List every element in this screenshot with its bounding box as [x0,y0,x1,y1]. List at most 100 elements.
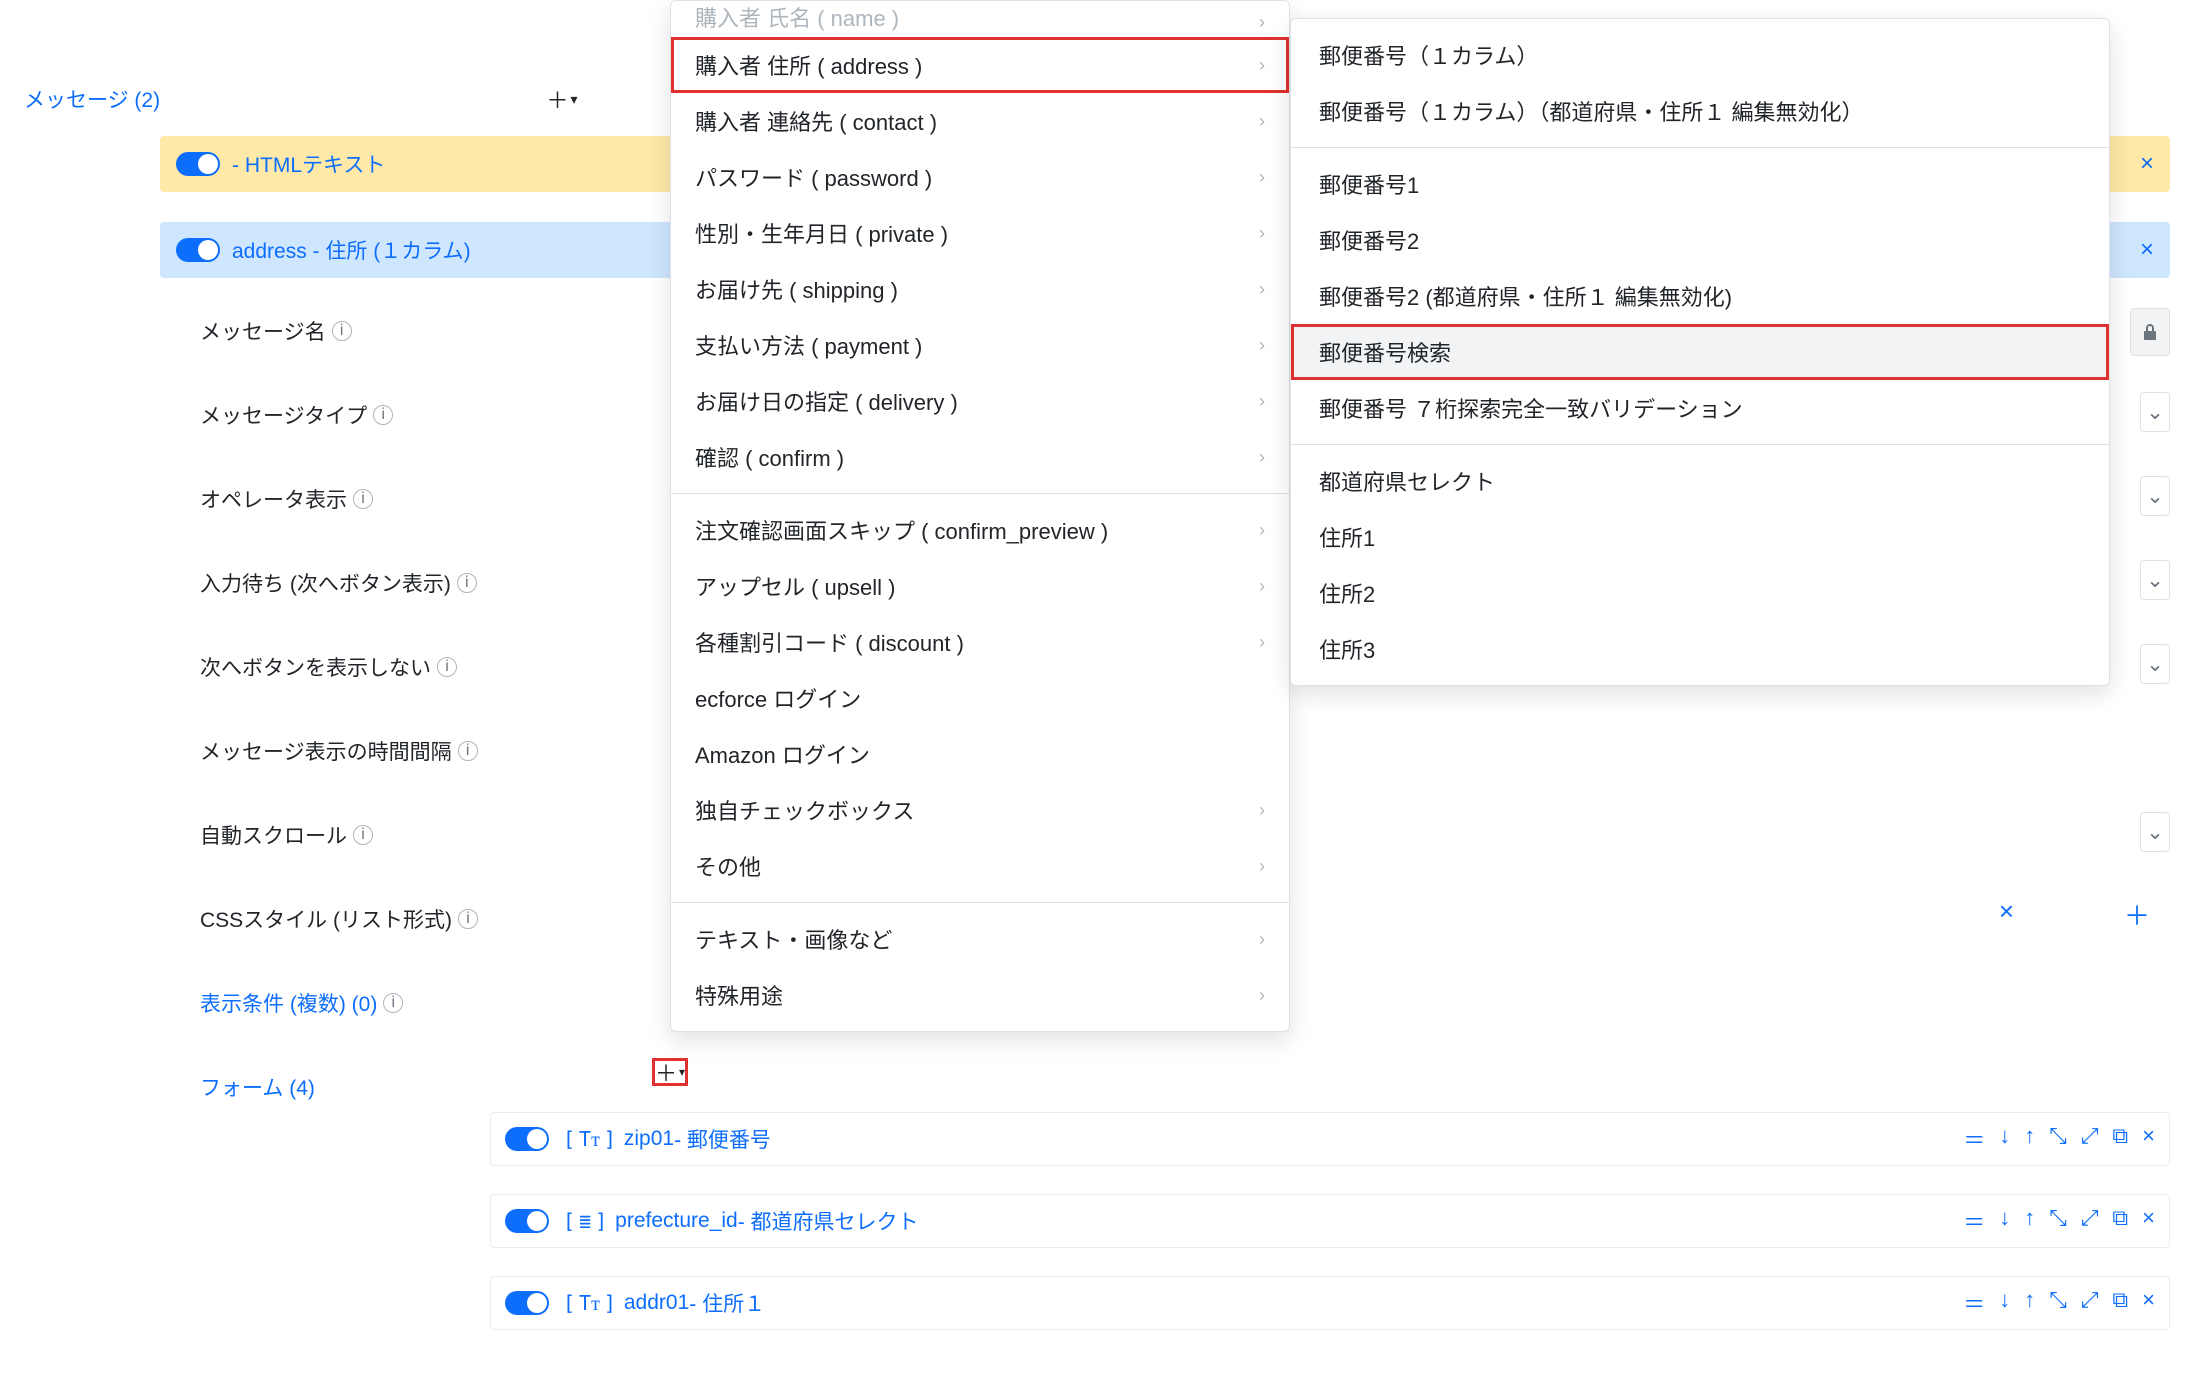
form-row-addr01[interactable]: [Tᴛ] addr01 - 住所１ ＝ ↓ ↑ ⤡ ⤢ ⧉ × [490,1276,2170,1330]
lock-icon[interactable] [2130,308,2170,356]
info-icon[interactable]: i [383,993,403,1013]
submenu-addr1[interactable]: 住所1 [1291,509,2109,565]
submenu-zip2-disabled[interactable]: 郵便番号2 (都道府県・住所１ 編集無効化) [1291,268,2109,324]
menu-item-payment[interactable]: 支払い方法 ( payment )› [671,317,1289,373]
menu-item-shipping[interactable]: お届け先 ( shipping )› [671,261,1289,317]
prop-wait-input: 入力待ち (次へボタン表示)i [200,560,477,606]
expand-icon[interactable]: ⤢ [2081,1287,2099,1319]
menu-item-confirm-preview[interactable]: 注文確認画面スキップ ( confirm_preview )› [671,502,1289,558]
toggle-icon[interactable] [176,152,220,176]
form-id: prefecture_id [615,1209,738,1233]
submenu-addr3[interactable]: 住所3 [1291,621,2109,677]
info-icon[interactable]: i [458,909,478,929]
form-id: addr01 [624,1291,689,1315]
row-actions: ＝ ↓ ↑ ⤡ ⤢ ⧉ × [1963,1205,2155,1237]
menu-item-confirm[interactable]: 確認 ( confirm )› [671,429,1289,485]
toggle-icon[interactable] [176,238,220,262]
form-row-prefecture[interactable]: [≣] prefecture_id - 都道府県セレクト ＝ ↓ ↑ ⤡ ⤢ ⧉… [490,1194,2170,1248]
form-row-zip01[interactable]: [Tᴛ] zip01 - 郵便番号 ＝ ↓ ↑ ⤡ ⤢ ⧉ × [490,1112,2170,1166]
menu-item-contact[interactable]: 購入者 連絡先 ( contact )› [671,93,1289,149]
menu-item-text-image[interactable]: テキスト・画像など› [671,911,1289,967]
row-actions: ＝ ↓ ↑ ⤡ ⤢ ⧉ × [1963,1287,2155,1319]
menu-item-address[interactable]: 購入者 住所 ( address )› [671,37,1289,93]
menu-item-ecforce[interactable]: ecforce ログイン [671,670,1289,726]
info-icon[interactable]: i [353,825,373,845]
type-text-icon: [Tᴛ] [563,1127,616,1152]
prop-interval: メッセージ表示の時間間隔i [200,728,478,774]
toggle-icon[interactable] [505,1209,549,1233]
select-chevron[interactable]: ⌄ [2140,392,2170,432]
form-name: - 住所１ [689,1288,765,1318]
menu-item-private[interactable]: 性別・生年月日 ( private )› [671,205,1289,261]
arrow-down-icon[interactable]: ↓ [1999,1205,2010,1237]
close-icon[interactable]: × [2142,1123,2155,1155]
submenu-zip-1col[interactable]: 郵便番号（１カラム） [1291,27,2109,83]
submenu-prefecture[interactable]: 都道府県セレクト [1291,453,2109,509]
menu-item-other[interactable]: その他› [671,838,1289,894]
submenu-zip-validation[interactable]: 郵便番号 ７桁探索完全一致バリデーション [1291,380,2109,436]
menu-item-amazon[interactable]: Amazon ログイン [671,726,1289,782]
info-icon[interactable]: i [437,657,457,677]
menu-item-discount[interactable]: 各種割引コード ( discount )› [671,614,1289,670]
collapse-icon[interactable]: ⤡ [2049,1123,2067,1155]
tree-item-label: - HTMLテキスト [232,149,385,179]
menu-item-checkbox[interactable]: 独自チェックボックス› [671,782,1289,838]
prop-forms[interactable]: フォーム (4) [200,1064,315,1110]
arrow-down-icon[interactable]: ↓ [1999,1123,2010,1155]
add-form-button[interactable]: ＋▾ [652,1058,688,1086]
menu-item-upsell[interactable]: アップセル ( upsell )› [671,558,1289,614]
menu-item-password[interactable]: パスワード ( password )› [671,149,1289,205]
select-chevron[interactable]: ⌄ [2140,476,2170,516]
copy-icon[interactable]: ⧉ [2112,1123,2128,1155]
expand-icon[interactable]: ⤢ [2081,1205,2099,1237]
add-message-button[interactable]: ＋▾ [544,85,580,113]
arrow-up-icon[interactable]: ↑ [2024,1287,2035,1319]
toggle-icon[interactable] [505,1291,549,1315]
submenu-zip-search[interactable]: 郵便番号検索 [1291,324,2109,380]
close-icon[interactable]: × [2140,236,2154,264]
prop-conditions[interactable]: 表示条件 (複数) (0)i [200,980,403,1026]
copy-icon[interactable]: ⧉ [2112,1287,2128,1319]
submenu-addr2[interactable]: 住所2 [1291,565,2109,621]
category-menu: 購入者 氏名 ( name )› 購入者 住所 ( address )› 購入者… [670,0,1290,1032]
copy-icon[interactable]: ⧉ [2112,1205,2128,1237]
menu-item-name[interactable]: 購入者 氏名 ( name )› [671,9,1289,37]
menu-separator [1291,147,2109,148]
prop-message-type: メッセージタイプi [200,392,393,438]
close-icon[interactable]: × [2142,1287,2155,1319]
submenu-zip2[interactable]: 郵便番号2 [1291,212,2109,268]
menu-item-special[interactable]: 特殊用途› [671,967,1289,1023]
prop-operator: オペレータ表示i [200,476,373,522]
expand-icon[interactable]: ⤢ [2081,1123,2099,1155]
menu-item-delivery[interactable]: お届け日の指定 ( delivery )› [671,373,1289,429]
collapse-icon[interactable]: ⤡ [2049,1287,2067,1319]
select-chevron[interactable]: ⌄ [2140,560,2170,600]
arrow-down-icon[interactable]: ↓ [1999,1287,2010,1319]
equals-icon[interactable]: ＝ [1963,1123,1985,1155]
arrow-up-icon[interactable]: ↑ [2024,1123,2035,1155]
toggle-icon[interactable] [505,1127,549,1151]
select-chevron[interactable]: ⌄ [2140,812,2170,852]
arrow-up-icon[interactable]: ↑ [2024,1205,2035,1237]
collapse-icon[interactable]: ⤡ [2049,1205,2067,1237]
add-style-icon[interactable]: ＋ [2124,896,2150,933]
menu-separator [671,902,1289,903]
submenu-zip-1col-disabled[interactable]: 郵便番号（１カラム）（都道府県・住所１ 編集無効化） [1291,83,2109,139]
form-name: - 郵便番号 [674,1124,771,1154]
close-icon[interactable]: × [2140,150,2154,178]
equals-icon[interactable]: ＝ [1963,1287,1985,1319]
submenu-zip1[interactable]: 郵便番号1 [1291,156,2109,212]
info-icon[interactable]: i [353,489,373,509]
info-icon[interactable]: i [332,321,352,341]
remove-style-icon[interactable]: × [1999,896,2014,927]
info-icon[interactable]: i [458,741,478,761]
equals-icon[interactable]: ＝ [1963,1205,1985,1237]
prop-message-name: メッセージ名i [200,308,352,354]
info-icon[interactable]: i [373,405,393,425]
prop-css-style: CSSスタイル (リスト形式)i [200,896,478,942]
info-icon[interactable]: i [457,573,477,593]
address-submenu: 郵便番号（１カラム） 郵便番号（１カラム）（都道府県・住所１ 編集無効化） 郵便… [1290,18,2110,686]
select-chevron[interactable]: ⌄ [2140,644,2170,684]
messages-link[interactable]: メッセージ (2) [24,84,160,114]
close-icon[interactable]: × [2142,1205,2155,1237]
